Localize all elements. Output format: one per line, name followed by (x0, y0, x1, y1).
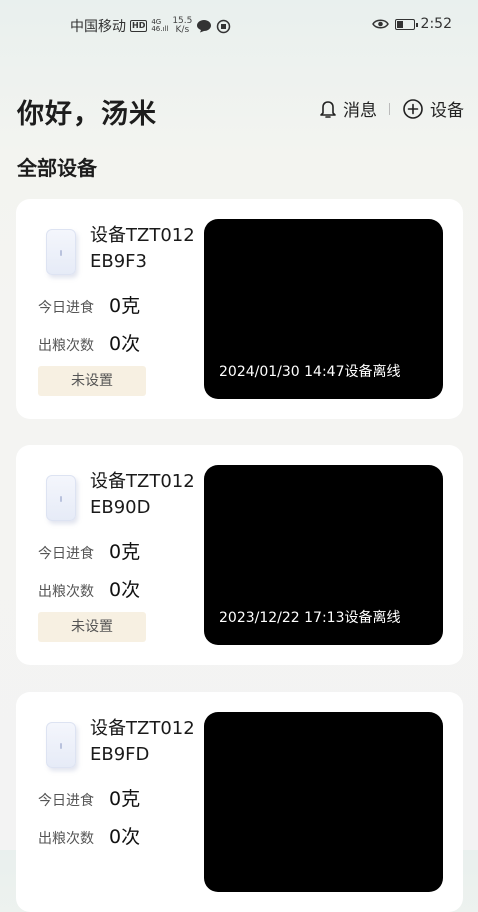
device-card[interactable]: 设备TZT012EB9FD 今日进食 0克 出粮次数 0次 (16, 692, 463, 912)
divider (389, 102, 390, 115)
video-preview[interactable]: 2023/12/22 17:13设备离线 (204, 465, 443, 645)
clock-time: 2:52 (420, 16, 452, 32)
eye-icon (371, 19, 389, 29)
device-name: 设备TZT012EB90D (90, 471, 195, 518)
offline-status: 2023/12/22 17:13设备离线 (219, 610, 401, 626)
section-title: 全部设备 (17, 156, 97, 180)
feed-count-row: 出粮次数 0次 (38, 329, 140, 356)
network-speed: 15.5 K/s (172, 17, 192, 35)
plus-circle-icon (403, 98, 423, 119)
feeder-device-icon (46, 722, 76, 768)
hd-badge-icon: HD (130, 20, 148, 32)
messages-label: 消息 (343, 101, 377, 121)
feed-count-value: 0次 (109, 333, 141, 355)
chat-bubble-icon (197, 20, 212, 33)
device-name: 设备TZT012EB9FD (90, 718, 195, 765)
device-card[interactable]: 设备TZT012EB90D 今日进食 0克 出粮次数 0次 未设置 2023/1… (16, 445, 463, 665)
device-name: 设备TZT012EB9F3 (90, 225, 195, 272)
feed-count-value: 0次 (109, 826, 141, 848)
messages-button[interactable]: 消息 (319, 96, 377, 121)
battery-icon (394, 18, 418, 30)
feed-count-row: 出粮次数 0次 (38, 822, 140, 849)
food-today-row: 今日进食 0克 (38, 784, 140, 811)
feeder-device-icon (46, 229, 76, 275)
header-actions: 消息 设备 (319, 96, 464, 121)
feed-count-row: 出粮次数 0次 (38, 575, 140, 602)
food-today-label: 今日进食 (38, 300, 94, 316)
speed-unit: K/s (175, 25, 190, 35)
not-set-tag[interactable]: 未设置 (38, 366, 146, 396)
shield-app-icon (217, 19, 231, 33)
add-device-label: 设备 (430, 101, 464, 121)
signal-bars: 46.ıll (151, 25, 169, 33)
food-today-label: 今日进食 (38, 546, 94, 562)
device-card[interactable]: 设备TZT012EB9F3 今日进食 0克 出粮次数 0次 未设置 2024/0… (16, 199, 463, 419)
food-today-row: 今日进食 0克 (38, 537, 140, 564)
offline-status: 2024/01/30 14:47设备离线 (219, 364, 401, 380)
bell-icon (320, 100, 336, 118)
not-set-tag[interactable]: 未设置 (38, 612, 146, 642)
carrier-name: 中国移动 (70, 19, 126, 35)
food-today-row: 今日进食 0克 (38, 291, 140, 318)
feed-count-label: 出粮次数 (38, 338, 94, 354)
food-today-value: 0克 (109, 295, 141, 317)
feed-count-value: 0次 (109, 579, 141, 601)
feed-count-label: 出粮次数 (38, 584, 94, 600)
feed-count-label: 出粮次数 (38, 831, 94, 847)
food-today-value: 0克 (109, 541, 141, 563)
food-today-value: 0克 (109, 788, 141, 810)
video-preview[interactable] (204, 712, 443, 892)
food-today-label: 今日进食 (38, 793, 94, 809)
signal-icon: 4G 46.ıll (151, 19, 168, 33)
status-bar: 中国移动 HD 4G 46.ıll 15.5 K/s 2:52 (0, 0, 478, 56)
add-device-button[interactable]: 设备 (402, 96, 464, 121)
greeting-title: 你好，汤米 (17, 99, 157, 130)
feeder-device-icon (46, 475, 76, 521)
video-preview[interactable]: 2024/01/30 14:47设备离线 (204, 219, 443, 399)
